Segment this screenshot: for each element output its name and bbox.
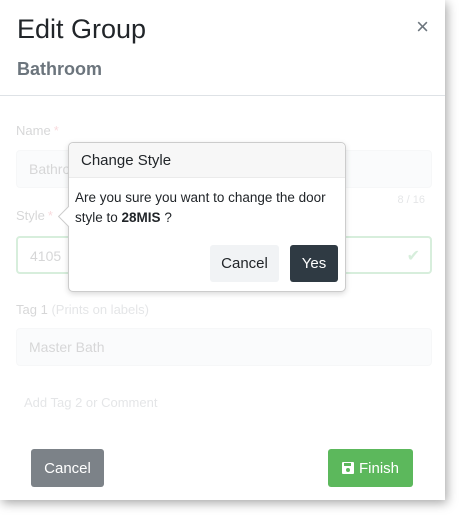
change-style-popover: Change Style Are you sure you want to ch… [57,142,346,292]
add-tag-link[interactable]: Add Tag 2 or Comment [24,395,157,410]
popover-title: Change Style [69,143,345,178]
popover-message: Are you sure you want to change the door… [75,188,341,228]
tag1-field[interactable]: Master Bath [16,328,432,366]
finish-button-label: Finish [358,459,399,477]
close-icon[interactable]: × [416,16,429,38]
modal-subtitle: Bathroom [17,59,102,79]
cancel-button[interactable]: Cancel [31,449,104,487]
style-label-text: Style [16,208,45,223]
name-label: Name * [16,123,59,138]
edit-group-modal: Edit Group Bathroom × Name * Bathroom 8 /… [0,0,445,500]
popover-cancel-button[interactable]: Cancel [210,245,279,282]
name-required-mark: * [53,123,59,138]
name-counter: 8 / 16 [397,194,425,206]
popover-yes-button[interactable]: Yes [290,245,338,282]
popover-message-prefix: Are you sure you want to change the door… [75,190,326,225]
style-select-value: 4105 [30,248,62,264]
popover-style-name: 28MIS [121,210,161,225]
style-label: Style * [16,208,53,223]
tag1-hint: (Prints on labels) [51,302,149,317]
name-label-text: Name [16,123,51,138]
tag1-label-text: Tag 1 [16,302,48,317]
popover-message-suffix: ? [160,210,172,225]
save-icon [341,462,354,474]
modal-header: Edit Group Bathroom × [0,0,445,96]
modal-title: Edit Group [17,14,147,44]
finish-button[interactable]: Finish [328,449,413,487]
style-required-mark: * [47,208,53,223]
check-icon: ✔ [406,248,420,265]
tag1-label: Tag 1 (Prints on labels) [16,302,149,317]
